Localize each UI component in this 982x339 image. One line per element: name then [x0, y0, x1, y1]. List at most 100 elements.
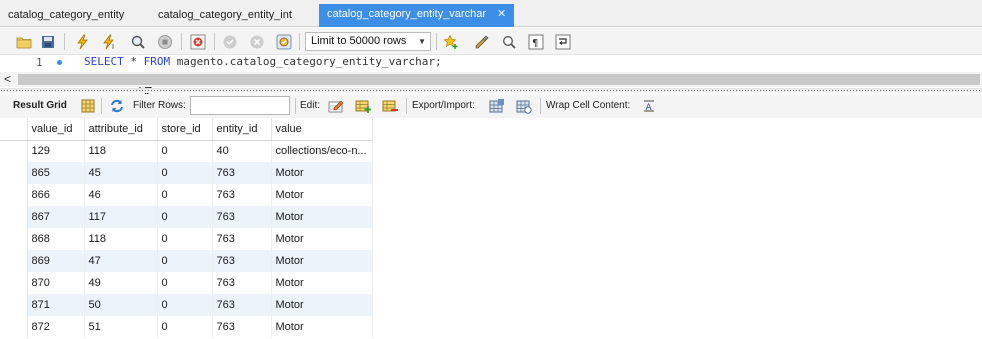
cell-value-id[interactable]: 871 — [27, 294, 85, 316]
autocommit-toggle-icon[interactable] — [274, 32, 294, 51]
column-header-store-id[interactable]: store_id — [157, 118, 213, 141]
row-selector[interactable] — [0, 140, 28, 162]
cell-store-id[interactable]: 0 — [157, 206, 213, 228]
panel-splitter[interactable] — [0, 88, 982, 93]
row-selector[interactable] — [0, 184, 28, 206]
cell-entity-id[interactable]: 763 — [212, 162, 272, 184]
editor-horizontal-scrollbar[interactable]: < — [0, 72, 982, 87]
grid-view-icon[interactable] — [79, 97, 97, 115]
rollback-icon[interactable] — [247, 32, 267, 51]
table-row[interactable]: 866 46 0 763 Motor — [0, 184, 373, 206]
cell-store-id[interactable]: 0 — [157, 250, 213, 272]
cell-attribute-id[interactable]: 50 — [84, 294, 158, 316]
row-selector[interactable] — [0, 250, 28, 272]
cell-store-id[interactable]: 0 — [157, 140, 213, 162]
open-folder-icon[interactable] — [14, 32, 34, 51]
cell-value-id[interactable]: 129 — [27, 140, 85, 162]
cell-value[interactable]: Motor — [271, 162, 373, 184]
cell-entity-id[interactable]: 763 — [212, 272, 272, 294]
cell-attribute-id[interactable]: 51 — [84, 316, 158, 338]
cell-value-id[interactable]: 866 — [27, 184, 85, 206]
row-selector[interactable] — [0, 316, 28, 338]
cell-entity-id[interactable]: 763 — [212, 316, 272, 338]
cell-value-id[interactable]: 869 — [27, 250, 85, 272]
tab-catalog-category-entity-varchar[interactable]: catalog_category_entity_varchar ✕ — [319, 4, 515, 27]
row-selector-header[interactable] — [0, 118, 28, 141]
wrap-lines-icon[interactable] — [553, 32, 573, 51]
cell-store-id[interactable]: 0 — [157, 184, 213, 206]
cell-store-id[interactable]: 0 — [157, 294, 213, 316]
tab-catalog-category-entity[interactable]: catalog_category_entity — [0, 5, 132, 27]
invisible-chars-icon[interactable]: ¶ — [526, 32, 546, 51]
result-grid-label[interactable]: Result Grid — [13, 100, 67, 111]
commit-icon[interactable] — [220, 32, 240, 51]
cell-value[interactable]: Motor — [271, 316, 373, 338]
cell-entity-id[interactable]: 40 — [212, 140, 272, 162]
table-row[interactable]: 129 118 0 40 collections/eco-n... — [0, 140, 373, 162]
table-row[interactable]: 867 117 0 763 Motor — [0, 206, 373, 228]
row-selector[interactable] — [0, 294, 28, 316]
row-limit-select[interactable]: Limit to 50000 rows ▼ — [305, 32, 431, 51]
cell-entity-id[interactable]: 763 — [212, 294, 272, 316]
stop-icon[interactable] — [155, 32, 175, 51]
explain-magnifier-icon[interactable] — [128, 32, 148, 51]
edit-row-icon[interactable] — [327, 97, 345, 115]
cell-store-id[interactable]: 0 — [157, 162, 213, 184]
row-selector[interactable] — [0, 162, 28, 184]
table-row[interactable]: 872 51 0 763 Motor — [0, 316, 373, 338]
cell-attribute-id[interactable]: 118 — [84, 140, 158, 162]
cell-attribute-id[interactable]: 47 — [84, 250, 158, 272]
insert-row-icon[interactable] — [354, 97, 372, 115]
save-icon[interactable] — [38, 32, 58, 51]
cell-value[interactable]: Motor — [271, 228, 373, 250]
cell-store-id[interactable]: 0 — [157, 228, 213, 250]
cell-attribute-id[interactable]: 117 — [84, 206, 158, 228]
table-row[interactable]: 869 47 0 763 Motor — [0, 250, 373, 272]
column-header-attribute-id[interactable]: attribute_id — [84, 118, 158, 141]
scroll-left-icon[interactable]: < — [4, 72, 11, 87]
export-icon[interactable] — [488, 97, 506, 115]
cell-attribute-id[interactable]: 46 — [84, 184, 158, 206]
cell-value-id[interactable]: 865 — [27, 162, 85, 184]
execute-current-icon[interactable]: I — [100, 32, 120, 51]
cell-entity-id[interactable]: 763 — [212, 250, 272, 272]
result-grid[interactable]: value_id attribute_id store_id entity_id… — [0, 118, 373, 338]
close-icon[interactable]: ✕ — [497, 4, 506, 25]
table-row[interactable]: 865 45 0 763 Motor — [0, 162, 373, 184]
cell-value-id[interactable]: 867 — [27, 206, 85, 228]
cell-value[interactable]: Motor — [271, 206, 373, 228]
toggle-stop-on-error-icon[interactable] — [188, 32, 208, 51]
column-header-value-id[interactable]: value_id — [27, 118, 85, 141]
cell-value[interactable]: Motor — [271, 272, 373, 294]
sql-editor[interactable]: 1 SELECT * FROM magento.catalog_category… — [0, 55, 982, 96]
beautify-brush-icon[interactable] — [472, 32, 492, 51]
cell-store-id[interactable]: 0 — [157, 316, 213, 338]
import-icon[interactable] — [515, 97, 533, 115]
cell-value-id[interactable]: 868 — [27, 228, 85, 250]
delete-row-icon[interactable] — [381, 97, 399, 115]
cell-attribute-id[interactable]: 45 — [84, 162, 158, 184]
column-header-value[interactable]: value — [271, 118, 373, 141]
tab-catalog-category-entity-int[interactable]: catalog_category_entity_int — [150, 5, 300, 27]
refresh-icon[interactable] — [108, 97, 126, 115]
cell-value[interactable]: Motor — [271, 294, 373, 316]
row-selector[interactable] — [0, 206, 28, 228]
cell-value[interactable]: collections/eco-n... — [271, 140, 373, 162]
cell-value-id[interactable]: 870 — [27, 272, 85, 294]
cell-value[interactable]: Motor — [271, 184, 373, 206]
cell-attribute-id[interactable]: 118 — [84, 228, 158, 250]
sql-statement[interactable]: SELECT * FROM magento.catalog_category_e… — [84, 55, 442, 68]
scrollbar-thumb[interactable] — [18, 74, 980, 85]
table-row[interactable]: 868 118 0 763 Motor — [0, 228, 373, 250]
cell-entity-id[interactable]: 763 — [212, 206, 272, 228]
execute-lightning-icon[interactable] — [73, 32, 93, 51]
row-selector[interactable] — [0, 228, 28, 250]
cell-value-id[interactable]: 872 — [27, 316, 85, 338]
row-selector[interactable] — [0, 272, 28, 294]
table-row[interactable]: 870 49 0 763 Motor — [0, 272, 373, 294]
filter-rows-input[interactable] — [190, 96, 290, 115]
table-row[interactable]: 871 50 0 763 Motor — [0, 294, 373, 316]
cell-store-id[interactable]: 0 — [157, 272, 213, 294]
add-snippet-star-icon[interactable] — [441, 32, 461, 51]
cell-attribute-id[interactable]: 49 — [84, 272, 158, 294]
